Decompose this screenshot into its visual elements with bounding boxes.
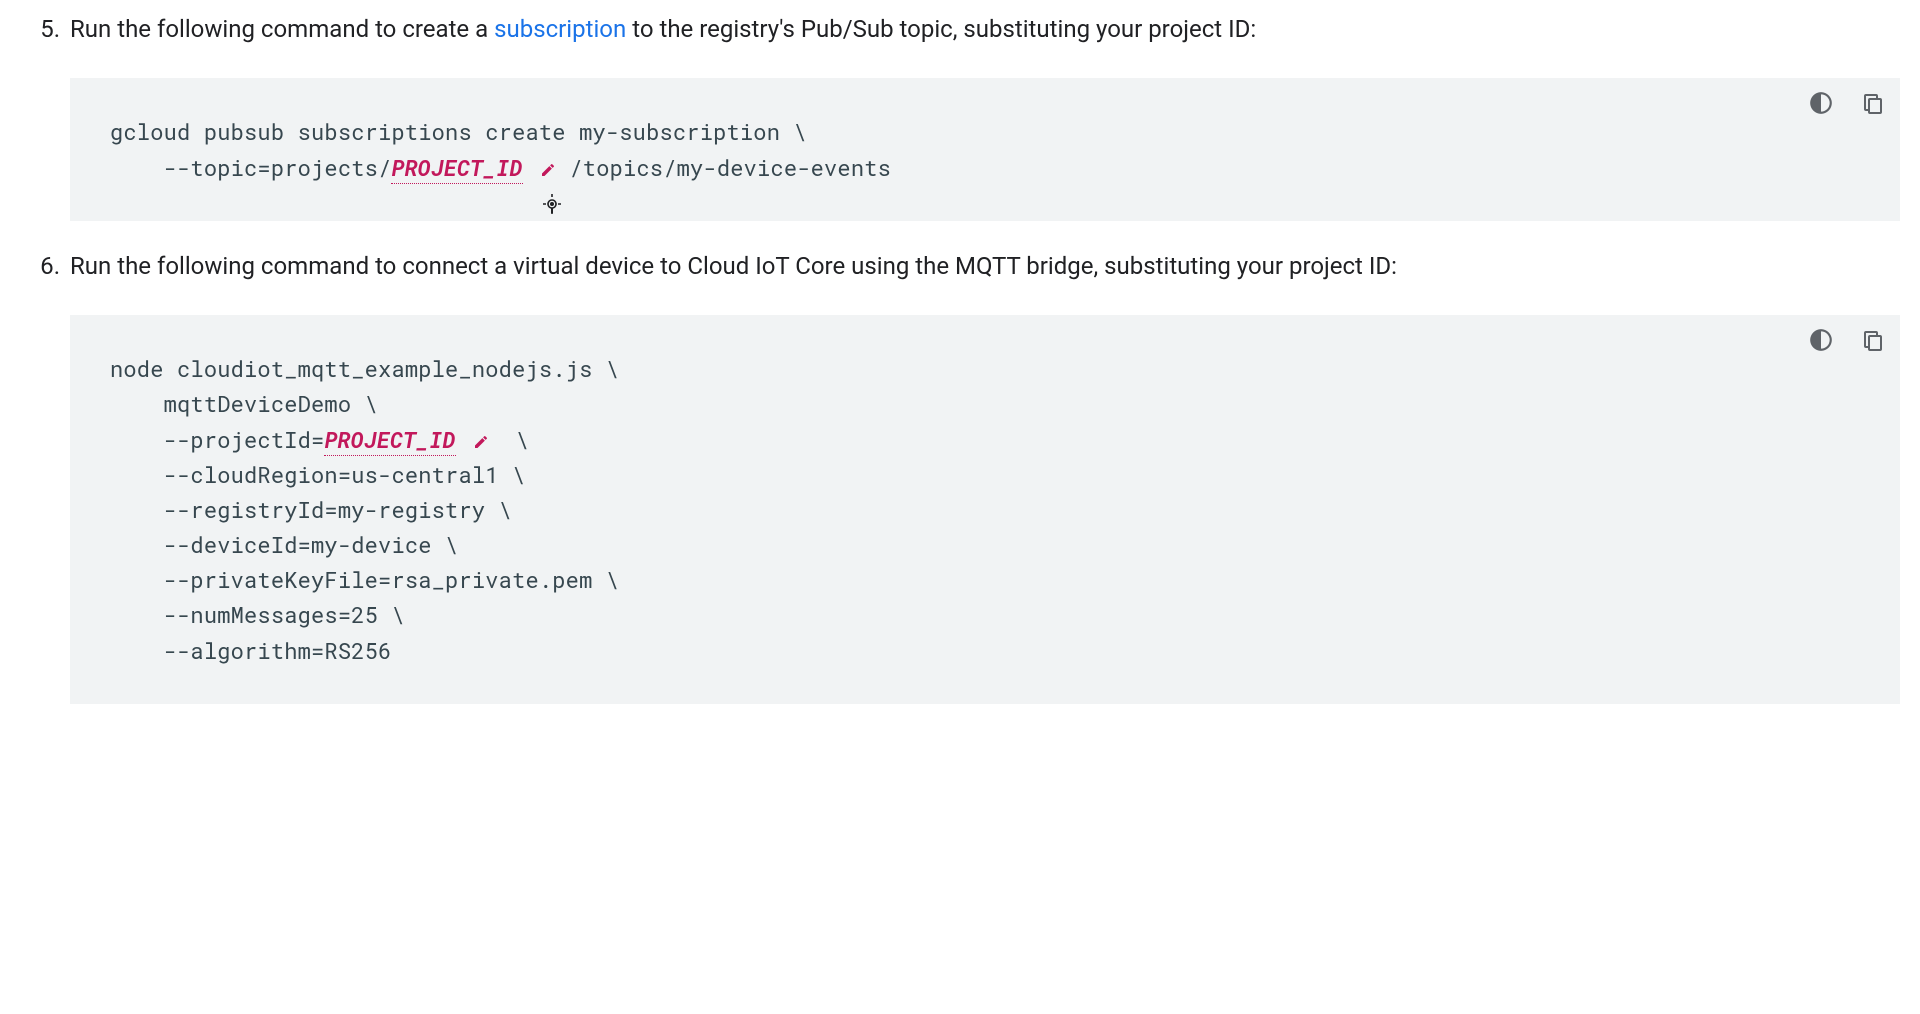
- code-content: node cloudiot_mqtt_example_nodejs.js \ m…: [110, 351, 1860, 668]
- step-5-text-before: Run the following command to create a: [70, 15, 494, 43]
- step-6: Run the following command to connect a v…: [66, 247, 1900, 704]
- mouse-cursor-icon: [540, 190, 564, 228]
- code-content: gcloud pubsub subscriptions create my-su…: [110, 114, 1860, 184]
- step-5: Run the following command to create a su…: [66, 10, 1900, 221]
- step-6-text: Run the following command to connect a v…: [70, 252, 1397, 280]
- code-toolbar: [1808, 327, 1886, 353]
- copy-icon[interactable]: [1860, 90, 1886, 116]
- project-id-variable[interactable]: PROJECT_ID: [324, 425, 455, 456]
- code-block-mqtt: node cloudiot_mqtt_example_nodejs.js \ m…: [70, 315, 1900, 704]
- edit-icon[interactable]: [473, 434, 489, 450]
- theme-toggle-icon[interactable]: [1808, 327, 1834, 353]
- edit-icon[interactable]: [540, 162, 556, 178]
- project-id-variable[interactable]: PROJECT_ID: [391, 153, 522, 184]
- theme-toggle-icon[interactable]: [1808, 90, 1834, 116]
- subscription-link[interactable]: subscription: [494, 15, 626, 43]
- copy-icon[interactable]: [1860, 327, 1886, 353]
- code-block-subscription: gcloud pubsub subscriptions create my-su…: [70, 78, 1900, 220]
- step-5-text-after: to the registry's Pub/Sub topic, substit…: [626, 15, 1256, 43]
- code-toolbar: [1808, 90, 1886, 116]
